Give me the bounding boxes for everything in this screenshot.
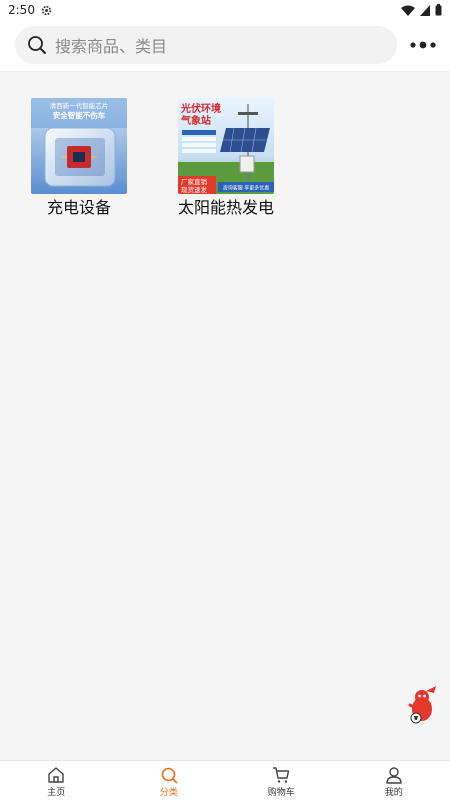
user-icon [386,766,402,784]
category-item-solar[interactable]: 光伏环境 气象站 厂家直销 现货速发 咨询客服 享更多优惠 太阳能热发电 [171,98,281,219]
tab-home[interactable]: 主页 [0,761,113,800]
tab-profile[interactable]: 我的 [338,761,450,800]
category-label: 太阳能热发电 [177,198,274,217]
battery-icon [435,4,442,16]
svg-text:厂家直销: 厂家直销 [181,177,208,186]
status-time: 2:50 [8,3,35,17]
tab-cart[interactable]: 购物车 [225,761,338,800]
bottom-tab-bar: 主页 分类 购物车 我的 [0,760,450,800]
tab-label: 分类 [159,787,178,798]
search-placeholder: 搜索商品、类目 [55,37,168,56]
header: 搜索商品、类目 [0,20,450,72]
svg-text:气象站: 气象站 [180,114,211,127]
cart-icon [273,766,290,783]
floating-mascot-button[interactable] [404,685,440,725]
tab-label: 我的 [384,787,403,798]
svg-text:安全智能不伤车: 安全智能不伤车 [53,110,106,120]
category-label: 充电设备 [46,198,111,217]
svg-text:咨询客服 享更多优惠: 咨询客服 享更多优惠 [223,185,270,192]
svg-text:现货速发: 现货速发 [181,185,208,194]
home-icon [48,766,64,783]
category-item-charging[interactable]: 清西新一代智能芯片 安全智能不伤车 充电设备 [24,98,134,219]
charger-chip-thumbnail: 清西新一代智能芯片 安全智能不伤车 [31,98,127,194]
settings-gear-icon [41,5,52,15]
solar-weather-station-thumbnail: 光伏环境 气象站 厂家直销 现货速发 咨询客服 享更多优惠 [178,98,274,194]
tab-category[interactable]: 分类 [113,761,226,800]
mascot-icon [408,686,436,724]
wifi-icon [401,5,415,16]
svg-text:清西新一代智能芯片: 清西新一代智能芯片 [50,101,109,110]
more-dots-icon [410,41,436,49]
tab-label: 主页 [47,787,66,798]
signal-icon [420,4,430,16]
more-options-button[interactable] [410,36,436,54]
search-icon [28,36,46,54]
status-bar: 2:50 [0,0,450,20]
tab-label: 购物车 [267,787,295,798]
search-input[interactable]: 搜索商品、类目 [15,26,397,64]
search-icon [161,767,178,783]
svg-text:光伏环境: 光伏环境 [180,102,221,115]
